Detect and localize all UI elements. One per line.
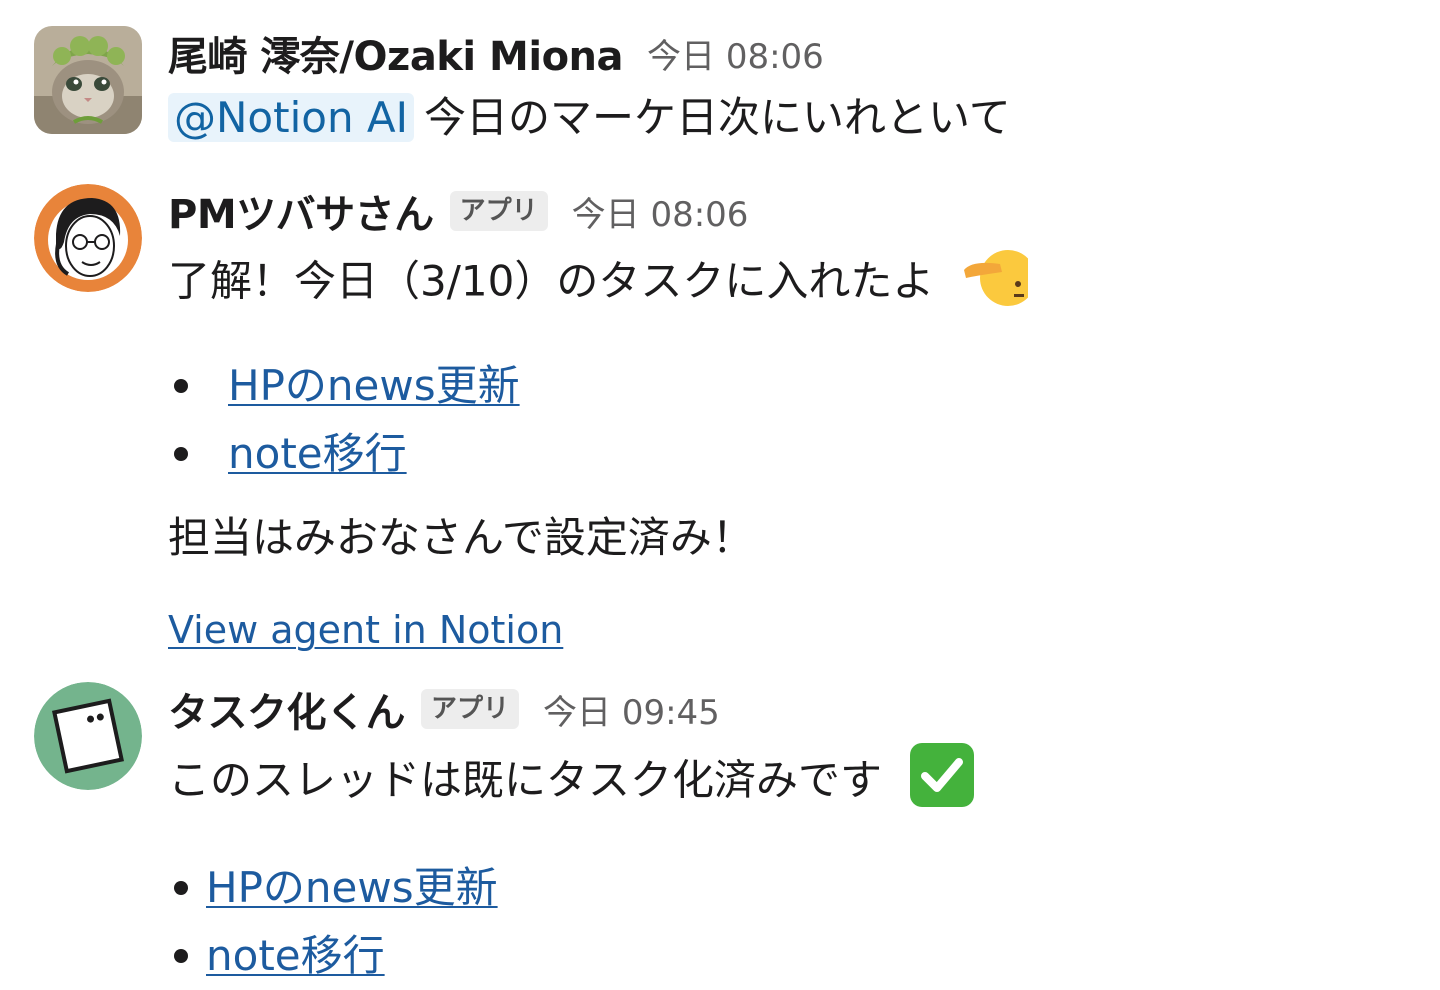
message-text: 了解！今日（3/10）のタスクに入れたよ xyxy=(168,246,1420,322)
message-text: @Notion AI 今日のマーケ日次にいれといて xyxy=(168,88,1420,148)
sender-name[interactable]: タスク化くん xyxy=(168,680,406,738)
task-link-hp-news[interactable]: HPのnews更新 xyxy=(228,352,520,420)
list-item: HPのnews更新 xyxy=(168,352,1420,420)
message-body: 了解！今日（3/10）のタスクに入れたよ xyxy=(168,256,935,306)
list-item: note移行 xyxy=(168,420,1420,488)
avatar-task-bot[interactable] xyxy=(34,682,142,790)
bullet-icon xyxy=(174,881,188,895)
check-mark-icon xyxy=(909,742,975,824)
bullet-icon xyxy=(174,379,188,393)
mention-notion-ai[interactable]: @Notion AI xyxy=(168,93,415,142)
avatar-cat[interactable] xyxy=(34,26,142,134)
message-text: このスレッドは既にタスク化済みです xyxy=(168,742,1420,824)
view-agent-link[interactable]: View agent in Notion xyxy=(168,608,563,652)
list-item: note移行 xyxy=(168,922,1420,990)
saluting-face-icon xyxy=(962,246,1036,322)
bullet-icon xyxy=(174,447,188,461)
list-item: HPのnews更新 xyxy=(168,854,1420,922)
message-body: このスレッドは既にタスク化済みです xyxy=(168,755,883,805)
task-link-hp-news[interactable]: HPのnews更新 xyxy=(206,854,498,922)
task-list: HPのnews更新 note移行 xyxy=(168,854,1420,990)
task-link-note[interactable]: note移行 xyxy=(228,420,407,488)
timestamp[interactable]: 今日 08:06 xyxy=(647,29,824,78)
app-badge: アプリ xyxy=(421,689,520,729)
app-badge: アプリ xyxy=(449,191,548,231)
sender-name[interactable]: 尾崎 澪奈/Ozaki Miona xyxy=(168,24,624,82)
timestamp[interactable]: 今日 09:45 xyxy=(543,685,720,734)
avatar-pm-tsubasa[interactable] xyxy=(34,184,142,292)
task-link-note[interactable]: note移行 xyxy=(206,922,385,990)
timestamp[interactable]: 今日 08:06 xyxy=(572,187,749,236)
assignee-text: 担当はみおなさんで設定済み！ xyxy=(168,513,754,562)
view-agent-row: View agent in Notion xyxy=(168,604,1420,656)
message-header: 尾崎 澪奈/Ozaki Miona 今日 08:06 xyxy=(168,26,1420,80)
message-header: タスク化くん アプリ 今日 09:45 xyxy=(168,682,1420,736)
task-list: HPのnews更新 note移行 xyxy=(168,352,1420,488)
message-header: PMツバサさん アプリ 今日 08:06 xyxy=(168,184,1420,238)
sender-name[interactable]: PMツバサさん xyxy=(168,182,434,240)
bullet-icon xyxy=(174,949,188,963)
message-body: 今日のマーケ日次にいれといて xyxy=(424,93,1011,142)
